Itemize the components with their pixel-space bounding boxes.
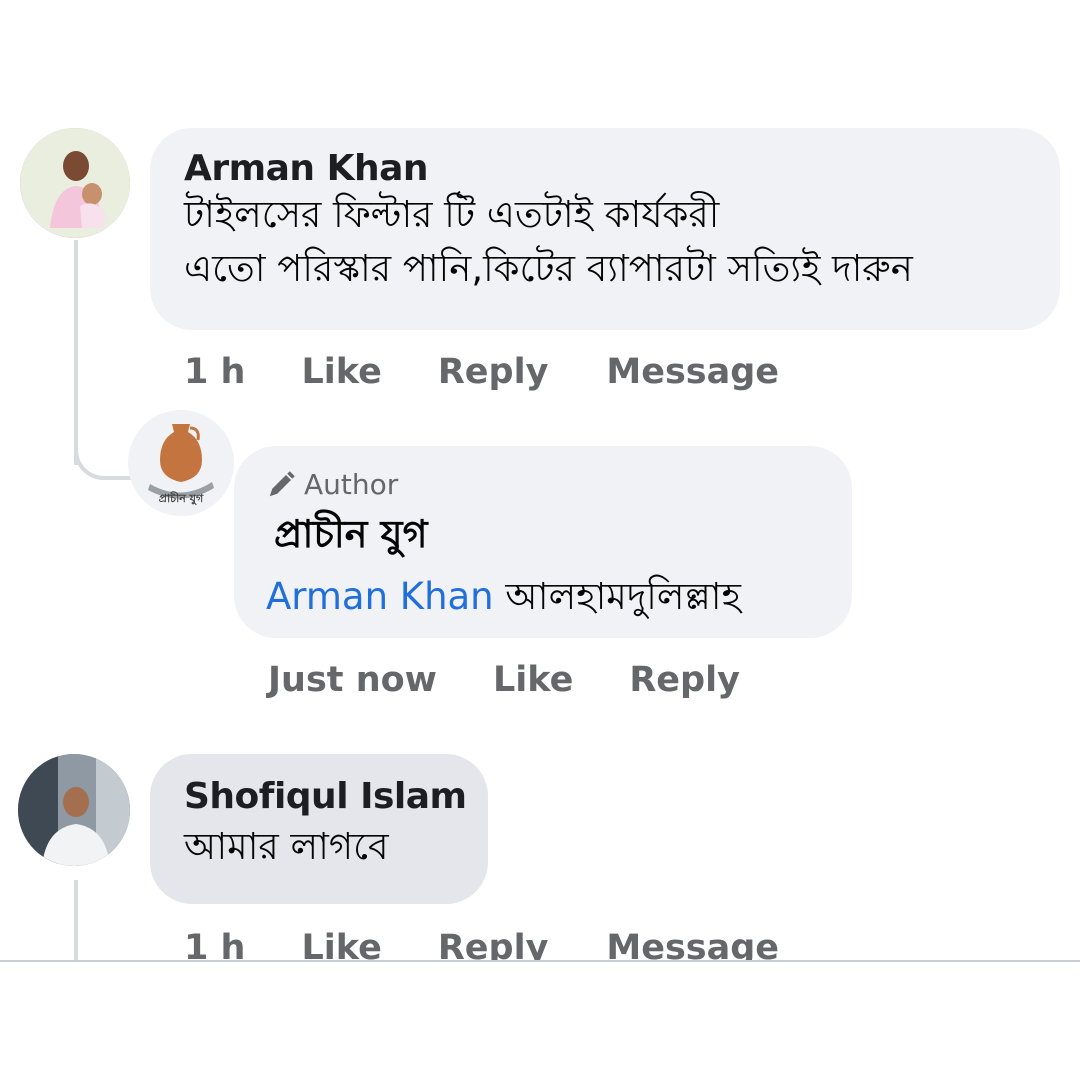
comment-text-line: এতো পরিস্কার পানি,কিটের ব্যাপারটা সত্যিই… bbox=[184, 247, 913, 291]
reply-button[interactable]: Reply bbox=[438, 352, 549, 392]
comment-author[interactable]: প্রাচীন যুগ bbox=[274, 505, 852, 569]
message-button[interactable]: Message bbox=[606, 352, 779, 392]
comment-actions: 1 h Like Reply Message bbox=[184, 352, 779, 392]
like-button[interactable]: Like bbox=[301, 352, 381, 392]
like-button[interactable]: Like bbox=[493, 660, 573, 700]
reply-body: আলহামদুলিল্লাহ bbox=[505, 575, 741, 618]
comment-author[interactable]: Arman Khan bbox=[184, 148, 1060, 189]
comment-text-line: আমার লাগবে bbox=[184, 825, 389, 868]
avatar[interactable] bbox=[20, 128, 130, 238]
comment-time[interactable]: Just now bbox=[268, 660, 437, 700]
author-badge: Author bbox=[266, 468, 852, 501]
reply-text: Arman Khan আলহামদুলিল্লাহ bbox=[266, 573, 852, 621]
comment-bubble: Arman Khan টাইলসের ফিল্টার টি এতটাই কার্… bbox=[150, 128, 1060, 330]
comment-author[interactable]: Shofiqul Islam bbox=[184, 776, 488, 817]
thread-elbow bbox=[74, 430, 134, 480]
person-photo bbox=[20, 128, 130, 238]
reply-actions: Just now Like Reply bbox=[268, 660, 740, 700]
comment-time[interactable]: 1 h bbox=[184, 352, 245, 392]
logo-caption: প্রাচীন যুগ bbox=[158, 492, 204, 505]
avatar[interactable] bbox=[18, 754, 130, 866]
pencil-icon bbox=[269, 470, 295, 496]
page-logo-avatar[interactable]: প্রাচীন যুগ bbox=[128, 410, 234, 516]
thread-line bbox=[74, 880, 78, 960]
reply-button[interactable]: Reply bbox=[629, 660, 740, 700]
reply-bubble: Author প্রাচীন যুগ Arman Khan আলহামদুলিল… bbox=[234, 446, 852, 638]
author-badge-label: Author bbox=[304, 468, 399, 501]
comment-text-line: টাইলসের ফিল্টার টি এতটাই কার্যকরী bbox=[184, 193, 720, 236]
person-photo bbox=[18, 754, 130, 866]
divider bbox=[0, 960, 1080, 962]
mention-link[interactable]: Arman Khan bbox=[266, 575, 494, 618]
comment-bubble: Shofiqul Islam আমার লাগবে bbox=[150, 754, 488, 904]
crop-mask bbox=[0, 962, 1080, 1080]
